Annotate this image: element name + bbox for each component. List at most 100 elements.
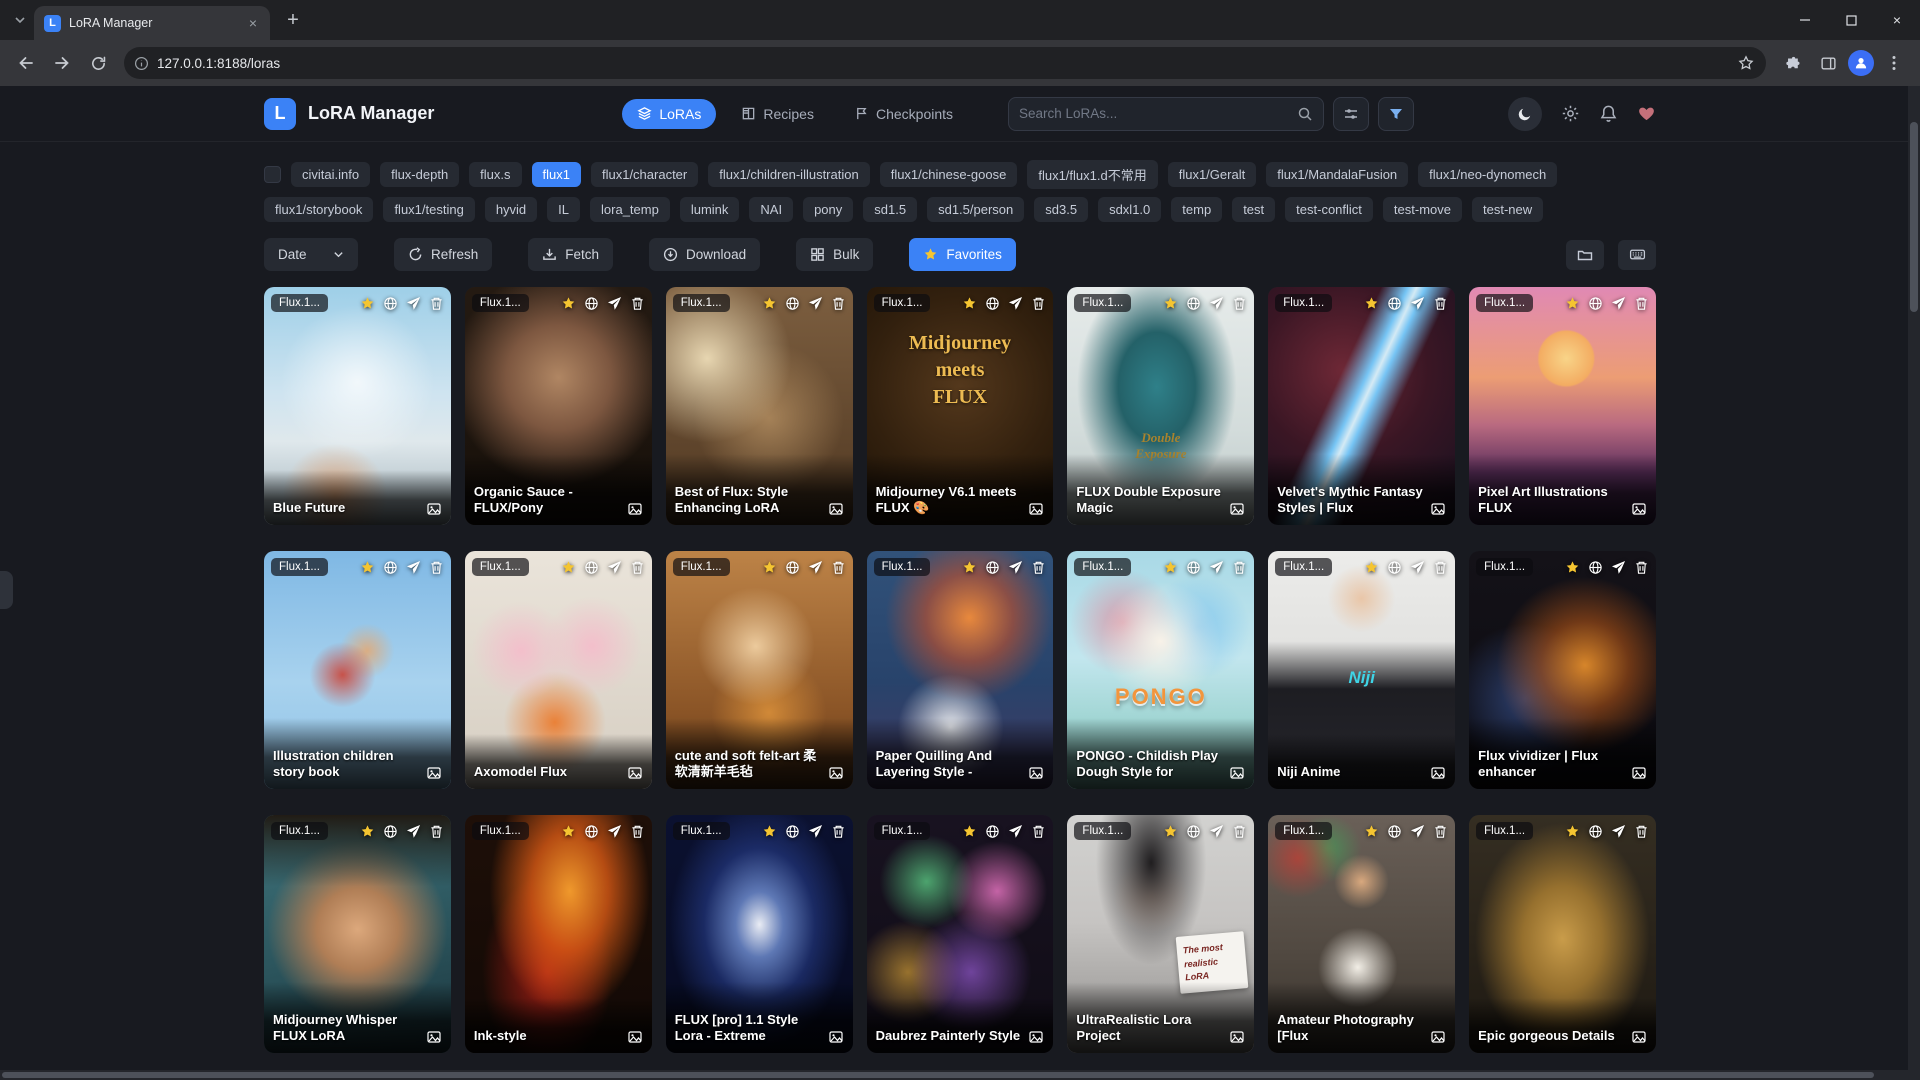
preview-image-icon[interactable] — [1631, 1029, 1647, 1045]
tag-flux1/chinese-goose[interactable]: flux1/chinese-goose — [880, 162, 1018, 187]
search-input[interactable] — [1019, 106, 1297, 121]
globe-icon[interactable] — [1588, 560, 1603, 575]
preview-image-icon[interactable] — [1028, 1029, 1044, 1045]
tag-NAI[interactable]: NAI — [749, 197, 793, 222]
window-minimize-button[interactable] — [1782, 0, 1828, 40]
fetch-button[interactable]: Fetch — [528, 238, 613, 271]
send-icon[interactable] — [1410, 824, 1425, 839]
send-icon[interactable] — [1008, 560, 1023, 575]
tag-flux1[interactable]: flux1 — [532, 162, 581, 187]
lora-card[interactable]: Flux.1... Velvet's Mythic Fantasy Styles… — [1268, 287, 1455, 525]
favorite-star-icon[interactable] — [561, 296, 576, 311]
preview-image-icon[interactable] — [828, 765, 844, 781]
preview-image-icon[interactable] — [1229, 1029, 1245, 1045]
favorite-star-icon[interactable] — [1565, 824, 1580, 839]
trash-icon[interactable] — [831, 560, 846, 575]
lora-card[interactable]: Flux.1... Axomodel Flux — [465, 551, 652, 789]
trash-icon[interactable] — [1031, 560, 1046, 575]
tag-sd1.5/person[interactable]: sd1.5/person — [927, 197, 1024, 222]
globe-icon[interactable] — [985, 824, 1000, 839]
send-icon[interactable] — [1611, 296, 1626, 311]
send-icon[interactable] — [808, 824, 823, 839]
lora-card[interactable]: Double Exposure Flux.1... FLUX Double — [1067, 287, 1254, 525]
search-icon[interactable] — [1297, 106, 1313, 122]
trash-icon[interactable] — [1433, 824, 1448, 839]
lora-card[interactable]: Midjourney meets FLUX Flux.1... Midjou — [867, 287, 1054, 525]
lora-card[interactable]: Flux.1... Pixel Art Illustrations FLUX — [1469, 287, 1656, 525]
trash-icon[interactable] — [1634, 296, 1649, 311]
tag-flux1/neo-dynomech[interactable]: flux1/neo-dynomech — [1418, 162, 1557, 187]
trash-icon[interactable] — [1433, 560, 1448, 575]
globe-icon[interactable] — [985, 560, 1000, 575]
favorite-star-icon[interactable] — [360, 296, 375, 311]
trash-icon[interactable] — [429, 296, 444, 311]
reload-button[interactable] — [82, 47, 114, 79]
globe-icon[interactable] — [584, 296, 599, 311]
tag-test-new[interactable]: test-new — [1472, 197, 1543, 222]
tag-sd3.5[interactable]: sd3.5 — [1034, 197, 1088, 222]
favorite-star-icon[interactable] — [1163, 824, 1178, 839]
folder-button[interactable] — [1566, 240, 1604, 270]
bookmark-star-icon[interactable] — [1730, 47, 1762, 79]
preview-image-icon[interactable] — [627, 1029, 643, 1045]
bulk-button[interactable]: Bulk — [796, 238, 873, 271]
globe-icon[interactable] — [785, 560, 800, 575]
tag-IL[interactable]: IL — [547, 197, 580, 222]
horizontal-scrollbar[interactable] — [0, 1070, 1908, 1080]
tag-flux1/MandalaFusion[interactable]: flux1/MandalaFusion — [1266, 162, 1408, 187]
favorite-star-icon[interactable] — [360, 824, 375, 839]
favorite-star-icon[interactable] — [962, 824, 977, 839]
globe-icon[interactable] — [584, 560, 599, 575]
window-close-button[interactable]: × — [1874, 0, 1920, 40]
send-icon[interactable] — [808, 296, 823, 311]
vertical-scrollbar[interactable] — [1908, 86, 1920, 1080]
theme-toggle-button[interactable] — [1508, 97, 1542, 131]
tag-flux1/testing[interactable]: flux1/testing — [383, 197, 474, 222]
lora-card[interactable]: Flux.1... Epic gorgeous Details — [1469, 815, 1656, 1053]
tag-flux-depth[interactable]: flux-depth — [380, 162, 459, 187]
favorite-star-icon[interactable] — [1565, 560, 1580, 575]
globe-icon[interactable] — [1387, 296, 1402, 311]
lora-card[interactable]: Flux.1... cute and soft felt-art 柔软清新羊毛毡 — [666, 551, 853, 789]
send-icon[interactable] — [406, 296, 421, 311]
globe-icon[interactable] — [1387, 824, 1402, 839]
tag-civitai.info[interactable]: civitai.info — [291, 162, 370, 187]
refresh-button[interactable]: Refresh — [394, 238, 492, 271]
favorite-star-icon[interactable] — [762, 560, 777, 575]
download-button[interactable]: Download — [649, 238, 760, 271]
favorite-star-icon[interactable] — [962, 560, 977, 575]
tab-recipes[interactable]: Recipes — [726, 99, 829, 129]
favorite-star-icon[interactable] — [561, 560, 576, 575]
favorite-star-icon[interactable] — [962, 296, 977, 311]
tag-flux1/Geralt[interactable]: flux1/Geralt — [1168, 162, 1256, 187]
tab-search-button[interactable] — [6, 6, 34, 34]
site-info-icon[interactable] — [134, 56, 149, 71]
lora-card[interactable]: Flux.1... Flux vividizer | Flux enhancer — [1469, 551, 1656, 789]
lora-card[interactable]: Flux.1... Daubrez Painterly Style — [867, 815, 1054, 1053]
lora-card[interactable]: Flux.1... Blue Future — [264, 287, 451, 525]
tag-flux1/flux1.d不常用[interactable]: flux1/flux1.d不常用 — [1027, 160, 1157, 189]
globe-icon[interactable] — [383, 824, 398, 839]
globe-icon[interactable] — [383, 296, 398, 311]
favorite-star-icon[interactable] — [1163, 560, 1178, 575]
browser-menu-kebab-icon[interactable] — [1878, 47, 1910, 79]
favorite-star-icon[interactable] — [360, 560, 375, 575]
tab-checkpoints[interactable]: Checkpoints — [839, 99, 968, 129]
favorites-filter-button[interactable]: Favorites — [909, 238, 1016, 271]
send-icon[interactable] — [1611, 560, 1626, 575]
send-icon[interactable] — [607, 824, 622, 839]
favorite-star-icon[interactable] — [1163, 296, 1178, 311]
tag-test[interactable]: test — [1232, 197, 1275, 222]
lora-card[interactable]: Niji Flux.1... Niji Anime — [1268, 551, 1455, 789]
send-icon[interactable] — [1209, 296, 1224, 311]
favorite-star-icon[interactable] — [1364, 560, 1379, 575]
preview-image-icon[interactable] — [1430, 1029, 1446, 1045]
preview-image-icon[interactable] — [1028, 501, 1044, 517]
new-tab-button[interactable]: + — [278, 5, 308, 35]
forward-button[interactable] — [46, 47, 78, 79]
tag-hyvid[interactable]: hyvid — [485, 197, 537, 222]
favorite-star-icon[interactable] — [1364, 296, 1379, 311]
send-icon[interactable] — [1611, 824, 1626, 839]
extensions-puzzle-icon[interactable] — [1776, 47, 1808, 79]
tag-flux1/children-illustration[interactable]: flux1/children-illustration — [708, 162, 869, 187]
